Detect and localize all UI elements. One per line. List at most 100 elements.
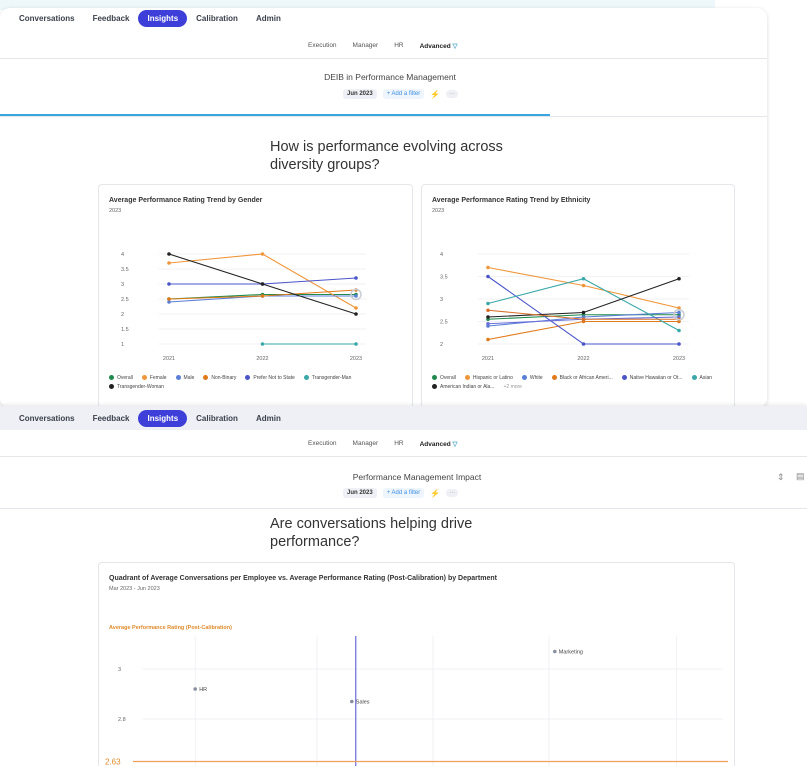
tab-hr[interactable]: HR [386, 440, 411, 448]
data-point[interactable] [677, 342, 681, 346]
legend-item[interactable]: White [521, 375, 543, 381]
legend-item[interactable]: American Indian or Ala... [432, 384, 494, 390]
data-point[interactable] [677, 328, 681, 333]
data-point[interactable] [354, 294, 358, 298]
nav-calibration[interactable]: Calibration [187, 14, 247, 23]
legend-item[interactable]: Transgender-Woman [109, 384, 164, 390]
legend-item[interactable]: Asian [691, 375, 712, 381]
legend-item[interactable]: Hispanic or Latino [464, 375, 513, 381]
data-point[interactable] [581, 310, 586, 315]
data-point[interactable] [167, 282, 171, 286]
point-label: HR [199, 687, 207, 693]
tab-execution[interactable]: Execution [300, 42, 345, 50]
data-point[interactable] [677, 276, 681, 281]
data-point[interactable] [193, 687, 197, 691]
legend-dot [175, 375, 181, 381]
nav-feedback[interactable]: Feedback [84, 14, 139, 23]
section-question: How is performance evolving across diver… [270, 139, 503, 173]
legend-label: Overall [117, 375, 133, 381]
chart-title: Average Performance Rating Trend by Ethn… [432, 197, 591, 204]
tab-hr[interactable]: HR [386, 42, 411, 50]
legend-item[interactable]: Male [175, 375, 194, 381]
add-filter-button[interactable]: + Add a filter [382, 488, 425, 498]
legend-label: Overall [440, 375, 456, 381]
data-point[interactable] [354, 306, 358, 310]
data-point[interactable] [486, 321, 490, 326]
data-point[interactable] [486, 265, 490, 270]
data-point[interactable] [486, 337, 490, 342]
divider [0, 116, 767, 117]
data-point[interactable] [354, 342, 358, 346]
data-point[interactable] [260, 294, 265, 298]
sort-icon[interactable]: ⇕ [777, 472, 785, 483]
data-point[interactable] [486, 315, 490, 319]
data-point[interactable] [260, 342, 265, 346]
legend-item[interactable]: Female [141, 375, 167, 381]
legend-item[interactable]: Overall [432, 375, 456, 381]
nav-conversations[interactable]: Conversations [10, 14, 84, 23]
legend-label: Black or African Ameri... [559, 375, 613, 381]
add-filter-button[interactable]: + Add a filter [382, 89, 425, 99]
legend-item[interactable]: Non-Binary [203, 375, 236, 381]
top-nav: Conversations Feedback Insights Calibrat… [10, 410, 290, 427]
subnav-tabs: Execution Manager HR Advanced ▽ [300, 440, 465, 448]
nav-conversations[interactable]: Conversations [10, 414, 84, 423]
legend-dot [109, 384, 114, 390]
tab-manager[interactable]: Manager [345, 42, 387, 50]
more-options-button[interactable]: ··· [446, 489, 459, 497]
lightning-icon[interactable]: ⚡ [430, 489, 440, 498]
data-point[interactable] [260, 282, 265, 286]
quadrant-scatter-chart: 2.832.63MarketingHRSalesITCustomer Suppo… [105, 636, 728, 766]
legend-item[interactable]: Black or African Ameri... [551, 375, 613, 381]
nav-insights[interactable]: Insights [138, 10, 188, 27]
comment-icon[interactable]: ▤ [796, 471, 805, 482]
data-point[interactable] [677, 310, 681, 315]
more-options-button[interactable]: ··· [446, 90, 459, 98]
chart-card-gender: Average Performance Rating Trend by Gend… [98, 184, 413, 408]
legend-item[interactable]: Prefer Not to State [245, 375, 295, 381]
tab-advanced[interactable]: Advanced ▽ [412, 42, 466, 50]
data-point[interactable] [167, 297, 171, 301]
data-point[interactable] [553, 649, 557, 654]
gender-trend-chart: 1 1.5 2 2.5 3 3.5 4 2021 2022 2023 [121, 252, 366, 362]
tab-execution[interactable]: Execution [300, 440, 345, 448]
ethnicity-trend-chart: 2 2.5 3 3.5 4 2021 2022 2023 [440, 252, 689, 362]
data-point[interactable] [167, 252, 171, 256]
series-line [487, 320, 679, 341]
data-point[interactable] [486, 274, 490, 279]
lightning-icon[interactable]: ⚡ [430, 90, 440, 99]
divider [0, 508, 807, 509]
data-point[interactable] [167, 261, 171, 265]
data-point[interactable] [581, 276, 586, 281]
page-title: Performance Management Impact [352, 472, 482, 482]
date-filter-chip[interactable]: Jun 2023 [343, 488, 377, 498]
nav-insights[interactable]: Insights [138, 410, 188, 427]
nav-admin[interactable]: Admin [247, 14, 290, 23]
data-point[interactable] [354, 312, 358, 316]
nav-calibration[interactable]: Calibration [187, 414, 247, 423]
y-tick-label: 3.5 [440, 275, 448, 281]
nav-feedback[interactable]: Feedback [84, 414, 139, 423]
legend-item[interactable]: Overall [109, 375, 133, 381]
data-point[interactable] [486, 308, 490, 313]
date-filter-chip[interactable]: Jun 2023 [343, 89, 377, 99]
legend-item[interactable]: Transgender-Man [303, 375, 351, 381]
nav-admin[interactable]: Admin [247, 414, 290, 423]
legend-more-link[interactable]: +2 more [503, 384, 521, 390]
data-point[interactable] [486, 301, 490, 306]
tab-advanced-label: Advanced [419, 441, 451, 448]
data-point[interactable] [260, 252, 265, 256]
legend-item[interactable]: Native Hawaiian or Ot... [621, 375, 683, 381]
insights-panel-deib: Execution Manager HR Advanced ▽ DEIB in … [0, 8, 767, 408]
data-point[interactable] [581, 317, 586, 322]
point-label: Sales [356, 700, 370, 706]
tab-manager[interactable]: Manager [345, 440, 387, 448]
y-tick-label: 2.5 [121, 297, 129, 303]
data-point[interactable] [350, 699, 354, 704]
data-point[interactable] [354, 276, 358, 280]
legend-dot [621, 375, 627, 381]
data-point[interactable] [581, 283, 586, 288]
tab-advanced[interactable]: Advanced ▽ [412, 440, 466, 448]
legend-dot [141, 375, 147, 381]
data-point[interactable] [581, 342, 586, 346]
